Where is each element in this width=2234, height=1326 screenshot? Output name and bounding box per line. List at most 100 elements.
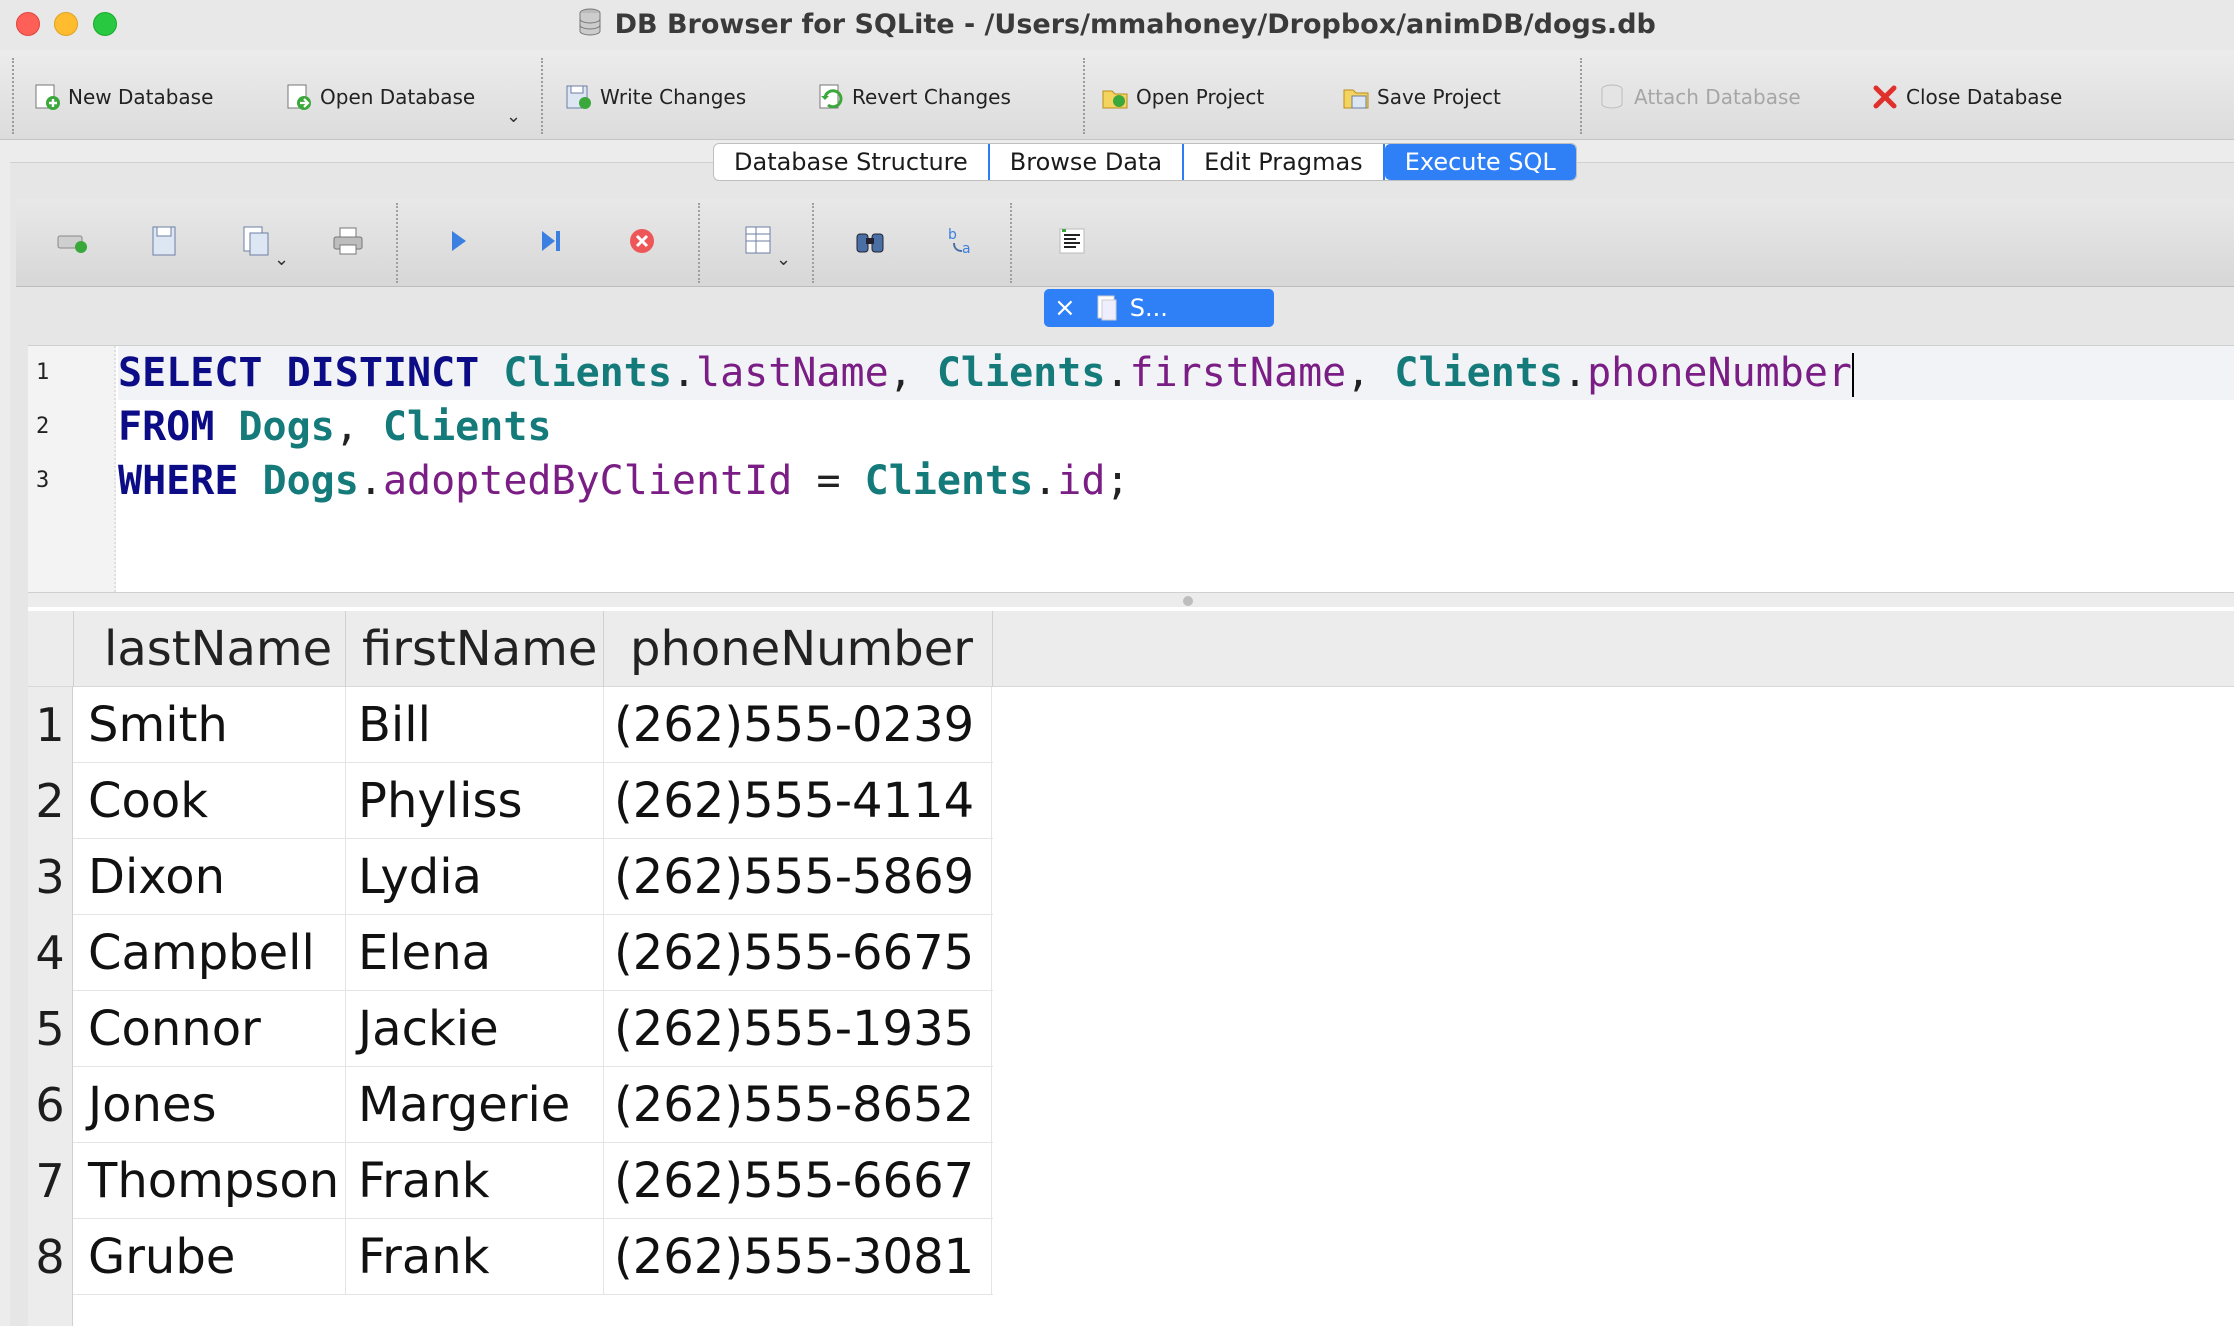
new-database-button[interactable]: New Database — [32, 76, 213, 118]
close-tab-icon[interactable]: × — [1054, 293, 1076, 323]
row-number[interactable]: 7 — [28, 1143, 73, 1219]
cell-firstname[interactable]: Lydia — [346, 839, 604, 915]
execute-line-button[interactable] — [532, 223, 568, 259]
text-caret — [1852, 353, 1854, 397]
cell-firstname[interactable]: Jackie — [346, 991, 604, 1067]
column-header-lastname[interactable]: lastName — [74, 611, 346, 687]
comment-block-button[interactable] — [1054, 223, 1090, 259]
stop-execution-button[interactable] — [624, 223, 660, 259]
open-database-dropdown-chevron-icon[interactable]: ⌄ — [506, 106, 521, 127]
row-number[interactable]: 8 — [28, 1219, 73, 1295]
cell-lastname[interactable]: Campbell — [74, 915, 346, 991]
cell-lastname[interactable]: Jones — [74, 1067, 346, 1143]
code-line-2: FROM Dogs, Clients — [118, 404, 552, 450]
cell-phonenumber[interactable]: (262)555-6675 — [604, 915, 992, 991]
cell-phonenumber[interactable]: (262)555-3081 — [604, 1219, 992, 1295]
cell-phonenumber[interactable]: (262)555-0239 — [604, 687, 992, 763]
revert-changes-icon — [819, 84, 843, 109]
table-row[interactable]: 4 Campbell Elena (262)555-6675 — [28, 915, 993, 991]
sql-table: Clients — [1394, 350, 1563, 396]
column-header-firstname[interactable]: firstName — [346, 611, 604, 687]
execute-all-button[interactable] — [440, 223, 476, 259]
save-results-dropdown-chevron-icon[interactable]: ⌄ — [776, 249, 791, 270]
sql-column: id — [1057, 458, 1106, 504]
sql-editor-tab[interactable]: × S... — [1044, 289, 1274, 327]
sql-table: Clients — [936, 350, 1106, 396]
tab-execute-sql[interactable]: Execute SQL — [1384, 144, 1576, 180]
table-row[interactable]: 8 Grube Frank (262)555-3081 — [28, 1219, 993, 1295]
close-database-label: Close Database — [1906, 85, 2063, 109]
tab-edit-pragmas[interactable]: Edit Pragmas — [1184, 144, 1385, 180]
cell-lastname[interactable]: Smith — [74, 687, 346, 763]
code-line-3: WHERE Dogs.adoptedByClientId = Clients.i… — [118, 458, 1130, 504]
toolbar-separator — [1083, 58, 1085, 134]
row-number[interactable]: 6 — [28, 1067, 73, 1143]
open-project-button[interactable]: Open Project — [1100, 76, 1264, 118]
save-sql-dropdown-chevron-icon[interactable]: ⌄ — [274, 249, 289, 270]
cell-phonenumber[interactable]: (262)555-1935 — [604, 991, 992, 1067]
toolbar-separator — [541, 58, 543, 134]
table-row[interactable]: 7 Thompson Frank (262)555-6667 — [28, 1143, 993, 1219]
row-number[interactable]: 3 — [28, 839, 73, 915]
save-results-button[interactable] — [740, 223, 776, 259]
open-database-button[interactable]: Open Database — [284, 76, 475, 118]
sql-table: Clients — [864, 458, 1034, 504]
cell-lastname[interactable]: Grube — [74, 1219, 346, 1295]
cell-lastname[interactable]: Thompson — [74, 1143, 346, 1219]
revert-changes-button[interactable]: Revert Changes — [816, 76, 1011, 118]
open-sql-file-icon — [152, 226, 176, 256]
cell-phonenumber[interactable]: (262)555-5869 — [604, 839, 992, 915]
cell-firstname[interactable]: Bill — [346, 687, 604, 763]
cell-lastname[interactable]: Dixon — [74, 839, 346, 915]
results-grid[interactable]: lastName firstName phoneNumber 1 Smith Bil… — [28, 607, 2234, 1326]
corner-header[interactable] — [28, 611, 74, 687]
row-number[interactable]: 2 — [28, 763, 73, 839]
print-button[interactable] — [330, 223, 366, 259]
print-icon — [333, 227, 363, 255]
stop-execution-icon — [630, 229, 654, 253]
row-number[interactable]: 4 — [28, 915, 73, 991]
find-replace-button[interactable]: ba — [944, 223, 980, 259]
cell-firstname[interactable]: Margerie — [346, 1067, 604, 1143]
table-row[interactable]: 3 Dixon Lydia (262)555-5869 — [28, 839, 993, 915]
open-sql-file-button[interactable] — [146, 223, 182, 259]
results-header-row: lastName firstName phoneNumber — [28, 611, 2234, 687]
cell-firstname[interactable]: Frank — [346, 1219, 604, 1295]
tab-database-structure[interactable]: Database Structure — [714, 144, 990, 180]
main-toolbar: New Database Open Database ⌄ Write Chang… — [0, 50, 2234, 140]
cell-firstname[interactable]: Frank — [346, 1143, 604, 1219]
write-changes-button[interactable]: Write Changes — [564, 76, 746, 118]
row-number[interactable]: 5 — [28, 991, 73, 1067]
save-sql-file-button[interactable] — [238, 223, 274, 259]
sql-table: Dogs — [262, 458, 359, 504]
table-row[interactable]: 6 Jones Margerie (262)555-8652 — [28, 1067, 993, 1143]
attach-database-button[interactable]: Attach Database — [1598, 76, 1801, 118]
open-database-icon — [287, 84, 311, 110]
sql-toolbar: ⌄ ⌄ ba — [16, 199, 2234, 287]
save-sql-file-icon — [243, 226, 269, 256]
close-database-icon — [1873, 85, 1897, 109]
cell-firstname[interactable]: Phyliss — [346, 763, 604, 839]
cell-firstname[interactable]: Elena — [346, 915, 604, 991]
table-row[interactable]: 5 Connor Jackie (262)555-1935 — [28, 991, 993, 1067]
sql-file-icon — [1097, 295, 1117, 321]
find-button[interactable] — [852, 223, 888, 259]
open-project-label: Open Project — [1136, 85, 1265, 109]
sql-editor[interactable]: 1 2 3 SELECT DISTINCT Clients.lastName, … — [28, 345, 2234, 593]
execute-line-icon — [542, 231, 560, 251]
splitter-handle-icon[interactable] — [1183, 596, 1193, 606]
tab-browse-data[interactable]: Browse Data — [990, 144, 1185, 180]
cell-lastname[interactable]: Connor — [74, 991, 346, 1067]
close-database-button[interactable]: Close Database — [1870, 76, 2062, 118]
cell-phonenumber[interactable]: (262)555-4114 — [604, 763, 992, 839]
save-project-button[interactable]: Save Project — [1341, 76, 1501, 118]
row-number[interactable]: 1 — [28, 687, 73, 763]
cell-phonenumber[interactable]: (262)555-6667 — [604, 1143, 992, 1219]
cell-lastname[interactable]: Cook — [74, 763, 346, 839]
editor-results-splitter[interactable] — [28, 593, 2234, 607]
column-header-phonenumber[interactable]: phoneNumber — [604, 611, 993, 687]
table-row[interactable]: 2 Cook Phyliss (262)555-4114 — [28, 763, 993, 839]
open-tab-button[interactable] — [54, 223, 90, 259]
cell-phonenumber[interactable]: (262)555-8652 — [604, 1067, 992, 1143]
table-row[interactable]: 1 Smith Bill (262)555-0239 — [28, 687, 993, 763]
